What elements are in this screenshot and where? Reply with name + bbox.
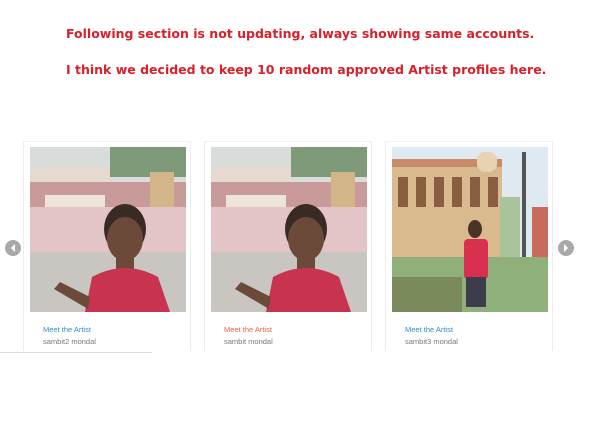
artist-carousel: Meet the Artist sambit2 mondal Meet the … [0, 138, 589, 358]
artist-photo[interactable] [392, 147, 548, 312]
meet-the-artist-link[interactable]: Meet the Artist [224, 325, 272, 334]
artist-name: sambit mondal [224, 337, 273, 346]
divider [0, 352, 152, 353]
meet-the-artist-link[interactable]: Meet the Artist [405, 325, 453, 334]
artist-photo[interactable] [30, 147, 186, 312]
artist-name: sambit3 mondal [405, 337, 458, 346]
artist-card[interactable]: Meet the Artist sambit mondal [204, 141, 372, 351]
page: Following section is not updating, alway… [0, 0, 589, 429]
carousel-prev-button[interactable] [5, 240, 21, 256]
artist-card[interactable]: Meet the Artist sambit3 mondal [385, 141, 553, 351]
artist-photo[interactable] [211, 147, 367, 312]
note-line-2: I think we decided to keep 10 random app… [66, 62, 547, 77]
chevron-right-icon [564, 244, 568, 252]
carousel-next-button[interactable] [558, 240, 574, 256]
artist-name: sambit2 mondal [43, 337, 96, 346]
chevron-left-icon [11, 244, 15, 252]
meet-the-artist-link[interactable]: Meet the Artist [43, 325, 91, 334]
artist-card[interactable]: Meet the Artist sambit2 mondal [23, 141, 191, 351]
note-line-1: Following section is not updating, alway… [66, 26, 535, 41]
